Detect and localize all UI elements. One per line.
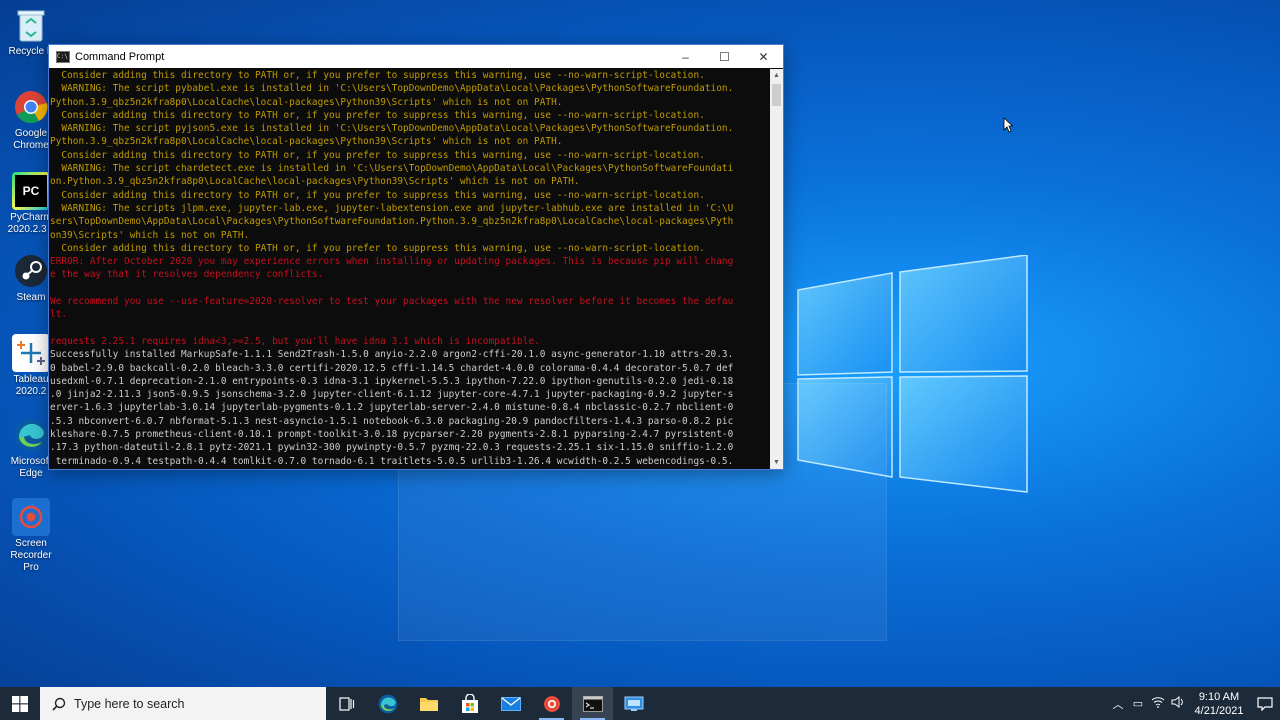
steam-icon [12, 252, 50, 290]
screen-recorder-icon [543, 695, 560, 712]
task-view-button[interactable] [326, 687, 367, 720]
network-wifi-icon[interactable] [1148, 696, 1168, 711]
mouse-cursor-icon [1003, 117, 1013, 133]
taskbar-remote-desktop[interactable] [613, 687, 654, 720]
taskbar-mail[interactable] [490, 687, 531, 720]
console-line: on39\Scripts' which is not on PATH. [50, 229, 250, 241]
window-title: Command Prompt [75, 50, 165, 63]
edge-icon [12, 416, 50, 454]
taskbar-file-explorer[interactable] [408, 687, 449, 720]
start-button[interactable] [0, 687, 40, 720]
console-line: .17.3 python-dateutil-2.8.1 pytz-2021.1 … [50, 442, 734, 454]
console-line: on.Python.3.9_qbz5n2kfra8p0\LocalCache\l… [50, 176, 580, 188]
close-button[interactable]: ✕ [744, 45, 783, 68]
show-hidden-icons-chevron-icon[interactable]: ︿ [1108, 696, 1128, 712]
console-line: e the way that it resolves dependency co… [50, 269, 324, 281]
scrollbar-thumb[interactable] [772, 84, 781, 106]
console-line: WARNING: The script pyjson5.exe is insta… [50, 123, 734, 135]
clock-time: 9:10 AM [1198, 690, 1240, 703]
notification-icon [1257, 696, 1273, 711]
console-line: sers\TopDownDemo\AppData\Local\Packages\… [50, 216, 734, 228]
console-line: WARNING: The script chardetect.exe is in… [50, 163, 734, 175]
maximize-button[interactable]: ☐ [705, 45, 744, 68]
console-line: kleshare-0.7.5 prometheus-client-0.10.1 … [50, 429, 734, 441]
chrome-icon [12, 88, 50, 126]
screen-recorder-icon [12, 498, 50, 536]
window-titlebar[interactable]: C:\ Command Prompt – ☐ ✕ [49, 45, 783, 68]
console-line: Python.3.9_qbz5n2kfra8p0\LocalCache\loca… [50, 136, 563, 148]
clock-date: 4/21/2021 [1194, 704, 1244, 717]
taskbar: Type here to search ︿ ▭ 9:10 AM 4/21/202… [0, 687, 1280, 720]
console-line: .0 jinja2-2.11.3 json5-0.9.5 jsonschema-… [50, 389, 734, 401]
taskbar-screen-recorder[interactable] [531, 687, 572, 720]
command-prompt-window[interactable]: C:\ Command Prompt – ☐ ✕ Consider adding… [48, 44, 784, 470]
console-line: ERROR: After October 2020 you may experi… [50, 256, 734, 268]
console-line: erver-1.6.3 jupyterlab-3.0.14 jupyterlab… [50, 402, 734, 414]
task-view-icon [338, 696, 354, 711]
command-prompt-icon [582, 695, 603, 712]
console-line: Python.3.9_qbz5n2kfra8p0\LocalCache\loca… [50, 96, 563, 108]
tableau-icon [12, 334, 50, 372]
vertical-scrollbar[interactable]: ▲ ▼ [770, 69, 783, 469]
remote-desktop-icon [624, 696, 643, 711]
console-line: Successfully installed MarkupSafe-1.1.1 … [50, 349, 734, 361]
scroll-down-arrow-icon[interactable]: ▼ [770, 456, 783, 469]
console-line: Consider adding this directory to PATH o… [50, 109, 705, 121]
taskbar-command-prompt[interactable] [572, 687, 613, 720]
search-placeholder: Type here to search [74, 696, 185, 711]
console-line: requests 2.25.1 requires idna<3,>=2.5, b… [50, 335, 540, 347]
store-icon [461, 693, 478, 713]
console-line: Consider adding this directory to PATH o… [50, 70, 705, 81]
console-line: .5.3 nbconvert-6.0.7 nbformat-5.1.3 nest… [50, 415, 734, 427]
console-line: Consider adding this directory to PATH o… [50, 149, 705, 161]
desktop-icon-label: Screen Recorder Pro [10, 538, 52, 573]
edge-icon [378, 694, 397, 713]
volume-icon[interactable] [1168, 696, 1188, 711]
taskbar-clock[interactable]: 9:10 AM 4/21/2021 [1188, 690, 1250, 718]
console-output[interactable]: Consider adding this directory to PATH o… [49, 69, 770, 469]
pycharm-icon: PC [12, 172, 50, 210]
console-line: terminado-0.9.4 testpath-0.4.4 tomlkit-0… [50, 455, 734, 467]
console-line: Consider adding this directory to PATH o… [50, 242, 705, 254]
console-line: We recommend you use --use-feature=2020-… [50, 296, 734, 308]
command-prompt-icon: C:\ [56, 50, 70, 63]
console-line: WARNING: The scripts jlpm.exe, jupyter-l… [50, 202, 734, 214]
console-line: lt. [50, 309, 68, 321]
recycle-bin-icon [12, 6, 50, 44]
taskbar-edge[interactable] [367, 687, 408, 720]
console-line: WARNING: The script pybabel.exe is insta… [50, 83, 734, 95]
folder-icon [419, 697, 438, 711]
desktop-icon-screen-recorder[interactable]: Screen Recorder Pro [4, 498, 58, 574]
action-center-button[interactable] [1250, 696, 1280, 711]
taskbar-store[interactable] [449, 687, 490, 720]
system-tray: ︿ ▭ 9:10 AM 4/21/2021 [1108, 687, 1280, 720]
minimize-button[interactable]: – [666, 45, 705, 68]
console-line: Consider adding this directory to PATH o… [50, 189, 705, 201]
windows-start-icon [12, 695, 28, 712]
scroll-up-arrow-icon[interactable]: ▲ [770, 69, 783, 82]
battery-icon[interactable]: ▭ [1128, 697, 1148, 710]
search-icon [52, 697, 66, 711]
mail-icon [500, 696, 521, 711]
console-line: 0 babel-2.9.0 backcall-0.2.0 bleach-3.3.… [50, 362, 734, 374]
console-line: usedxml-0.7.1 deprecation-2.1.0 entrypoi… [50, 375, 734, 387]
taskbar-search-box[interactable]: Type here to search [40, 687, 326, 720]
